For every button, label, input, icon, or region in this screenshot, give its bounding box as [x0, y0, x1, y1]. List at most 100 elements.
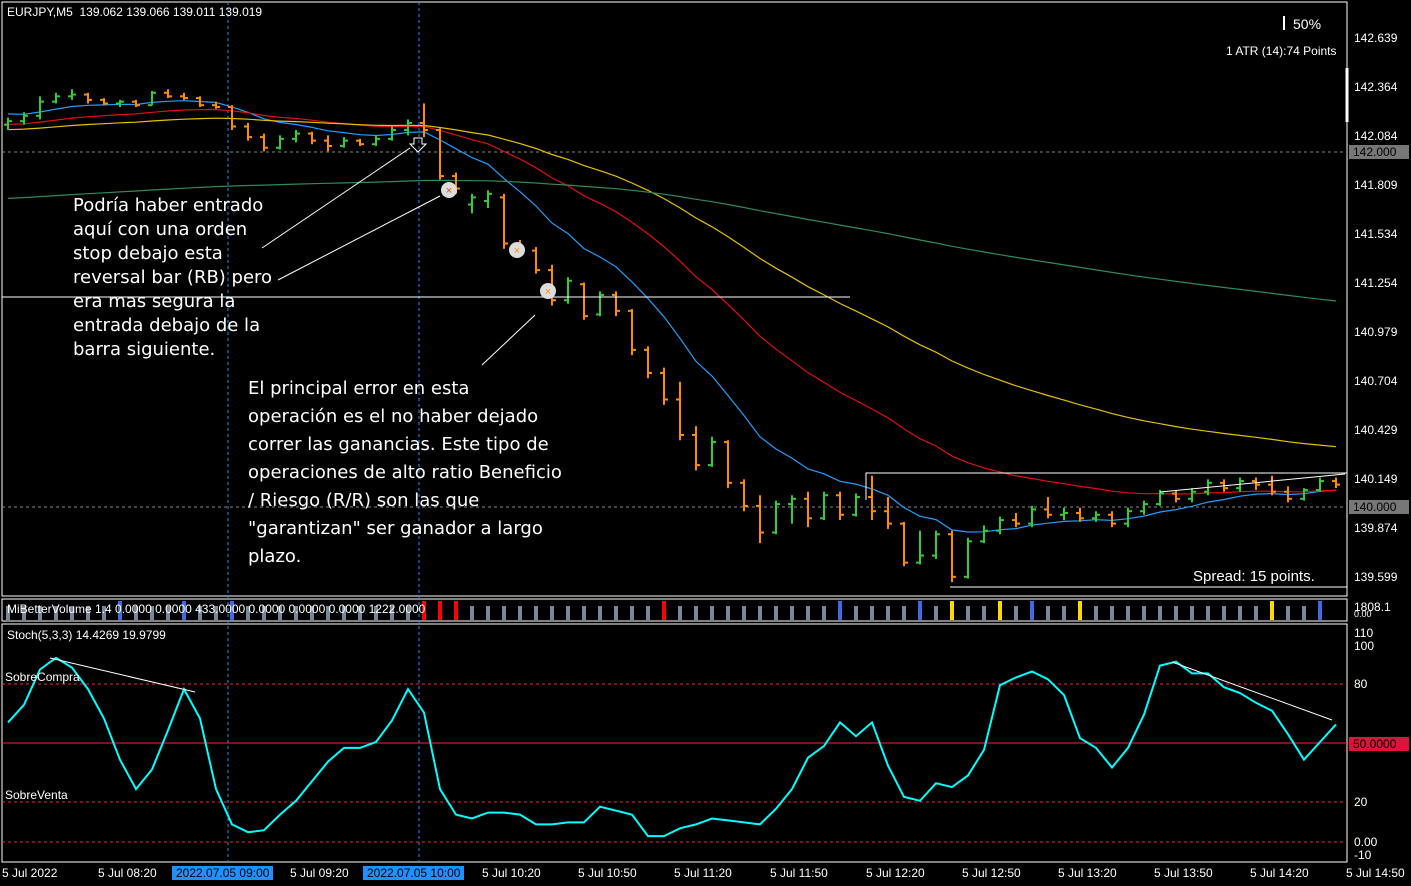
- volume-bar: [678, 606, 682, 620]
- price-axis-label: 141.809: [1354, 178, 1398, 192]
- ohlc-bar: [116, 99, 124, 107]
- volume-bar: [726, 606, 730, 620]
- ohlc-bar: [916, 530, 924, 565]
- volume-bar: [870, 606, 874, 620]
- volume-bar: [998, 601, 1002, 620]
- time-axis-label: 5 Jul 2022: [2, 866, 58, 880]
- range-rectangle-top[interactable]: [865, 472, 1347, 500]
- arrow-line-1[interactable]: [261, 147, 411, 249]
- volume-bar: [934, 606, 938, 620]
- chart-canvas[interactable]: × × ×: [0, 0, 1411, 886]
- ohlc-bar: [884, 497, 892, 529]
- stoch-axis-0: 0.00: [1354, 835, 1378, 849]
- time-axis-label: 2022.07.05 09:00: [172, 866, 274, 880]
- ohlc-bar: [1316, 477, 1324, 492]
- volume-bar: [502, 606, 506, 620]
- volume-bar: [1158, 606, 1162, 620]
- ohlc-bar: [772, 500, 780, 535]
- stoch-axis-minus10: -10: [1354, 848, 1372, 862]
- volume-bar: [1126, 606, 1130, 620]
- time-axis-label: 2022.07.05 10:00: [363, 866, 465, 880]
- chart-header: EURJPY,M5 139.062 139.066 139.011 139.01…: [7, 5, 262, 19]
- volume-bar: [1238, 606, 1242, 620]
- ohlc-bar: [36, 96, 44, 120]
- volume-bar: [854, 606, 858, 620]
- time-axis-label: 5 Jul 14:50: [1346, 866, 1405, 880]
- volume-bar: [454, 601, 458, 620]
- ohlc-bar: [1268, 475, 1276, 496]
- time-axis-label: 5 Jul 12:50: [962, 866, 1021, 880]
- price-axis-label: 139.599: [1354, 570, 1398, 584]
- ohlc-bar: [244, 122, 252, 141]
- ohlc-bar: [84, 92, 92, 104]
- volume-bar: [582, 606, 586, 620]
- volume-bar: [1110, 606, 1114, 620]
- ohlc-bar: [980, 525, 988, 544]
- ohlc-bar: [804, 491, 812, 528]
- price-axis-label: 140.429: [1354, 423, 1398, 437]
- price-axis-label: 139.874: [1354, 521, 1398, 535]
- stoch-label: Stoch(5,3,3) 14.4269 19.9799: [7, 628, 166, 642]
- time-axis-label: 5 Jul 13:50: [1154, 866, 1213, 880]
- volume-bar: [806, 606, 810, 620]
- volume-bar: [614, 606, 618, 620]
- symbol-label: EURJPY,M5: [7, 5, 73, 19]
- ohlc-bar: [500, 193, 508, 249]
- volume-bar: [1094, 606, 1098, 620]
- ohlc-bar: [900, 521, 908, 567]
- volume-bar: [822, 606, 826, 620]
- price-axis-label: 141.534: [1354, 227, 1398, 241]
- ohlc-bar: [708, 436, 716, 467]
- ohlc-bar: [1076, 507, 1084, 522]
- ohlc-bar: [788, 495, 796, 524]
- ohlc-bar: [1012, 512, 1020, 528]
- price-box-142000: 142.000: [1349, 145, 1409, 159]
- volume-bar: [1190, 606, 1194, 620]
- ohlc-bar: [932, 530, 940, 560]
- volume-bar: [902, 606, 906, 620]
- time-axis-label: 5 Jul 10:20: [482, 866, 541, 880]
- ohlc-bar: [324, 135, 332, 152]
- ohlc-bar: [836, 491, 844, 521]
- ohlc-bar: [1124, 507, 1132, 528]
- time-axis-label: 5 Jul 11:50: [770, 866, 828, 880]
- volume-bar: [790, 606, 794, 620]
- atr-readout: 1 ATR (14):74 Points: [1226, 44, 1337, 58]
- volume-bar: [662, 601, 666, 620]
- ohlc-bar: [692, 426, 700, 471]
- ohlc-bar: [596, 291, 604, 317]
- volume-bar: [1270, 601, 1274, 620]
- volume-bar: [486, 606, 490, 620]
- ohlc-bar: [852, 493, 860, 517]
- volume-bar: [646, 606, 650, 620]
- volume-bar: [1302, 606, 1306, 620]
- volume-axis-bottom: 0.00: [1354, 609, 1372, 619]
- ohlc-bar: [948, 530, 956, 583]
- trade-marker-icon: ×: [441, 182, 457, 198]
- arrow-line-3[interactable]: [481, 314, 536, 366]
- volume-bar: [1078, 601, 1082, 620]
- ohlc-bar: [228, 105, 236, 131]
- ohlc-bar: [1252, 477, 1260, 490]
- ohlc-bar: [292, 130, 300, 143]
- stoch-axis-110: 110: [1354, 626, 1374, 640]
- ohlc-bar: [1188, 488, 1196, 503]
- price-axis-label: 142.084: [1354, 129, 1398, 143]
- volume-bar: [966, 606, 970, 620]
- ohlc-bar: [628, 309, 636, 356]
- ohlc-bar: [1156, 489, 1164, 506]
- volume-bar: [710, 606, 714, 620]
- time-axis-label: 5 Jul 14:20: [1250, 866, 1309, 880]
- ohlc-bar: [100, 98, 108, 106]
- volume-bar: [1318, 601, 1322, 620]
- ohlc-bar: [52, 92, 60, 104]
- volume-bar: [758, 606, 762, 620]
- price-axis-label: 142.364: [1354, 80, 1398, 94]
- arrow-line-2[interactable]: [277, 195, 441, 281]
- ohlc-bar: [532, 247, 540, 274]
- stoch-trendline-2[interactable]: [1171, 661, 1333, 721]
- stoch-main-line: [7, 656, 1337, 838]
- error-annotation: El principal error en esta operación es …: [248, 378, 562, 567]
- ohlc-bar: [564, 277, 572, 304]
- ohlc-bar: [164, 89, 172, 99]
